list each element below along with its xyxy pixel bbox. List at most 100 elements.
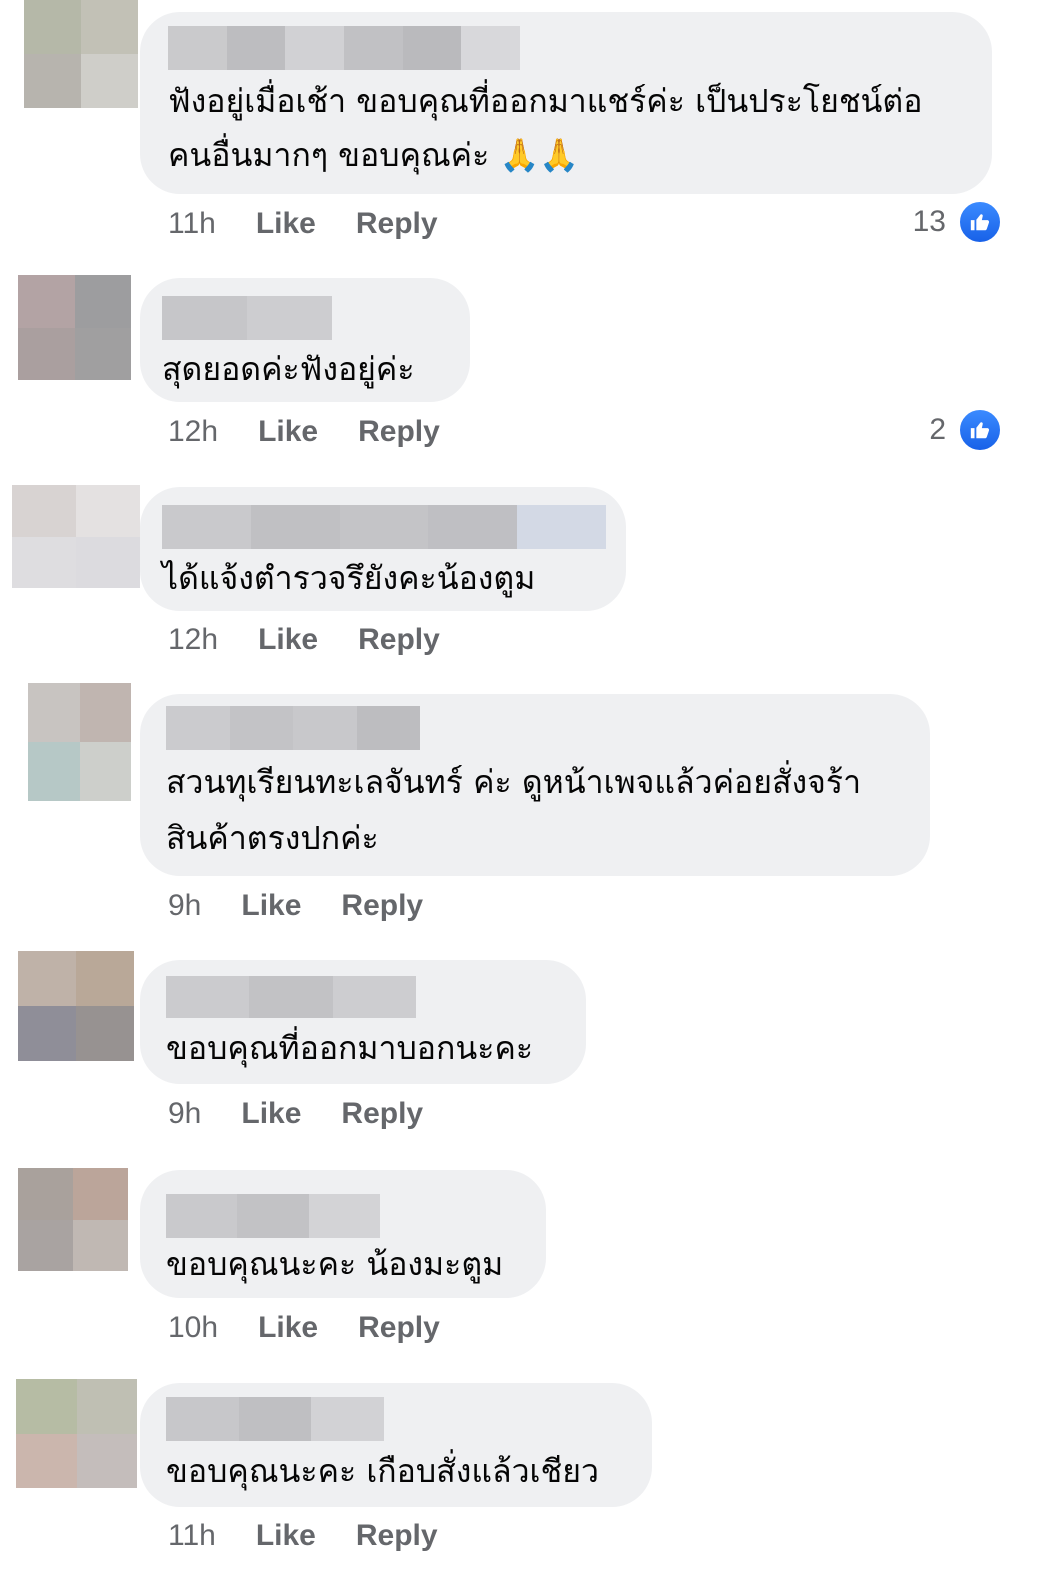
avatar-tile — [81, 0, 138, 54]
name-redaction-block — [237, 1194, 309, 1238]
comment-text: สุดยอดค่ะฟังอยู่ค่ะ — [162, 350, 415, 388]
name-redaction-block — [339, 505, 429, 549]
comment-timestamp[interactable]: 9h — [168, 1097, 201, 1131]
avatar-tile — [28, 683, 80, 742]
avatar-tile — [76, 1379, 137, 1434]
avatar-tile — [18, 951, 76, 1006]
comment-actions: 10h Like Reply — [168, 1308, 440, 1348]
comment-timestamp[interactable]: 12h — [168, 623, 218, 657]
name-redaction-block — [238, 1397, 312, 1441]
comment-bubble: สุดยอดค่ะฟังอยู่ค่ะ — [140, 278, 470, 402]
comment-timestamp[interactable]: 9h — [168, 889, 201, 923]
commenter-name-redacted[interactable] — [166, 706, 420, 750]
avatar-tile — [18, 327, 75, 380]
avatar[interactable] — [28, 683, 131, 801]
like-link[interactable]: Like — [241, 1097, 301, 1131]
comment-bubble: ฟังอยู่เมื่อเช้า ขอบคุณที่ออกมาแชร์ค่ะ เ… — [140, 12, 992, 194]
avatar-tile — [24, 54, 81, 108]
avatar-tile — [28, 742, 80, 801]
comment-timestamp[interactable]: 10h — [168, 1311, 218, 1345]
comment-actions: 11h Like Reply — [168, 1516, 438, 1556]
avatar[interactable] — [18, 1168, 128, 1271]
commenter-name-redacted[interactable] — [166, 976, 416, 1018]
name-redaction-block — [166, 976, 250, 1018]
name-redaction-block — [249, 976, 333, 1018]
avatar[interactable] — [18, 275, 131, 380]
comment-bubble: ได้แจ้งตำรวจรึยังคะน้องตูม — [140, 487, 626, 611]
name-redaction-block — [311, 1397, 385, 1441]
comment-actions: 9h Like Reply — [168, 1094, 423, 1134]
reaction-count: 2 — [929, 413, 946, 446]
reaction-summary[interactable]: 2 — [929, 408, 1002, 452]
name-redaction-block — [356, 706, 420, 750]
name-redaction-block — [293, 706, 357, 750]
name-redaction-block — [344, 26, 403, 70]
like-link[interactable]: Like — [258, 415, 318, 449]
reply-link[interactable]: Reply — [341, 889, 423, 923]
name-redaction-block — [285, 26, 345, 70]
commenter-name-redacted[interactable] — [162, 296, 332, 340]
comment-text: ขอบคุณนะคะ เกือบสั่งแล้วเชียว — [166, 1452, 599, 1490]
like-link[interactable]: Like — [258, 623, 318, 657]
comment-text: สวนทุเรียนทะเลจันทร์ ค่ะ ดูหน้าเพจแล้วค่… — [166, 763, 862, 857]
name-redaction-block — [428, 505, 518, 549]
name-redaction-block — [162, 296, 247, 340]
comment-timestamp[interactable]: 11h — [168, 1519, 216, 1553]
reply-link[interactable]: Reply — [358, 1311, 440, 1345]
comment-actions: 11h Like Reply — [168, 204, 438, 244]
comment-text: ขอบคุณที่ออกมาบอกนะคะ — [166, 1029, 534, 1067]
reaction-summary[interactable]: 13 — [912, 200, 1002, 244]
like-link[interactable]: Like — [258, 1311, 318, 1345]
name-redaction-block — [162, 505, 251, 549]
name-redaction-block — [166, 1194, 238, 1238]
commenter-name-redacted[interactable] — [166, 1194, 380, 1238]
name-redaction-block — [461, 26, 521, 70]
reply-link[interactable]: Reply — [341, 1097, 423, 1131]
comment-text: ฟังอยู่เมื่อเช้า ขอบคุณที่ออกมาแชร์ค่ะ เ… — [168, 82, 923, 174]
name-redaction-block — [332, 976, 416, 1018]
avatar[interactable] — [12, 485, 140, 588]
avatar-tile — [73, 1168, 128, 1220]
avatar[interactable] — [16, 1379, 137, 1488]
avatar-tile — [16, 1379, 77, 1434]
reply-link[interactable]: Reply — [356, 207, 438, 241]
name-redaction-block — [517, 505, 606, 549]
name-redaction-block — [226, 26, 286, 70]
commenter-name-redacted[interactable] — [162, 505, 606, 549]
avatar-tile — [79, 742, 131, 801]
comment-actions: 12h Like Reply — [168, 620, 440, 660]
comment-bubble: ขอบคุณนะคะ เกือบสั่งแล้วเชียว — [140, 1383, 652, 1507]
avatar-tile — [18, 1006, 76, 1061]
like-link[interactable]: Like — [241, 889, 301, 923]
like-link[interactable]: Like — [256, 1519, 316, 1553]
reply-link[interactable]: Reply — [358, 415, 440, 449]
reply-link[interactable]: Reply — [358, 623, 440, 657]
comment-timestamp[interactable]: 12h — [168, 415, 218, 449]
name-redaction-block — [166, 1397, 239, 1441]
avatar-tile — [12, 485, 76, 537]
avatar[interactable] — [24, 0, 138, 108]
avatar-tile — [76, 1433, 137, 1488]
avatar-tile — [12, 536, 76, 588]
avatar[interactable] — [18, 951, 134, 1061]
avatar-tile — [73, 1219, 128, 1271]
commenter-name-redacted[interactable] — [168, 26, 521, 70]
name-redaction-block — [250, 505, 340, 549]
like-link[interactable]: Like — [256, 207, 316, 241]
comment-timestamp[interactable]: 11h — [168, 207, 216, 241]
reaction-count: 13 — [912, 205, 946, 238]
commenter-name-redacted[interactable] — [166, 1397, 385, 1441]
name-redaction-block — [247, 296, 332, 340]
avatar-tile — [76, 1006, 134, 1061]
avatar-tile — [76, 536, 140, 588]
avatar-tile — [76, 951, 134, 1006]
avatar-tile — [18, 1168, 73, 1220]
thumbs-up-icon — [958, 200, 1002, 244]
comment-text: ได้แจ้งตำรวจรึยังคะน้องตูม — [162, 559, 536, 597]
avatar-tile — [18, 275, 75, 328]
comment-actions: 12h Like Reply — [168, 412, 440, 452]
avatar-tile — [74, 275, 131, 328]
reply-link[interactable]: Reply — [356, 1519, 438, 1553]
avatar-tile — [16, 1433, 77, 1488]
name-redaction-block — [168, 26, 227, 70]
